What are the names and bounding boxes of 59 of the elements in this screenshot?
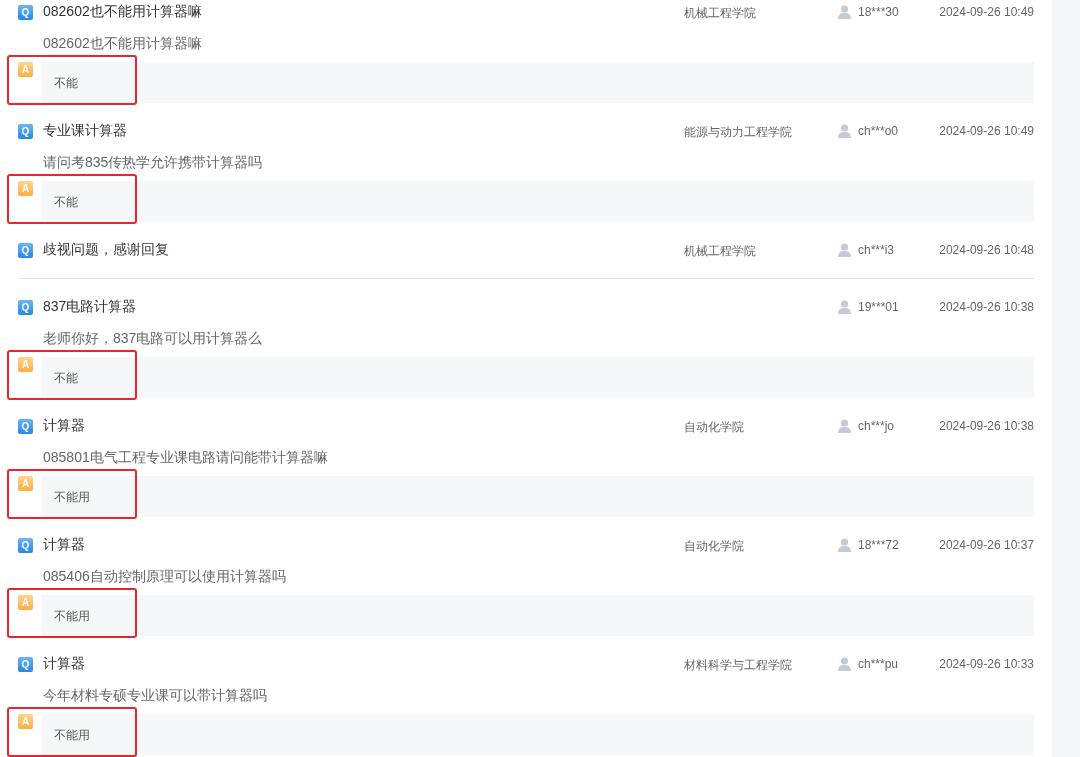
user-icon bbox=[838, 5, 851, 19]
username-label: 19***01 bbox=[858, 300, 899, 314]
answer-badge: A bbox=[18, 357, 33, 372]
answer-badge: A bbox=[18, 181, 33, 196]
username-label: 18***72 bbox=[858, 538, 899, 552]
department-label: 能源与动力工程学院 bbox=[684, 124, 792, 139]
department-label: 自动化学院 bbox=[684, 538, 744, 553]
answer-badge: A bbox=[18, 595, 33, 610]
user-icon bbox=[838, 538, 851, 552]
user-icon bbox=[838, 419, 851, 433]
question-badge: Q bbox=[18, 418, 33, 434]
user-icon bbox=[838, 300, 851, 314]
question-title[interactable]: 计算器 bbox=[43, 655, 85, 673]
username-label: ch***o0 bbox=[858, 124, 899, 138]
answer-text: 不能用 bbox=[54, 607, 90, 625]
department-label: 机械工程学院 bbox=[684, 5, 756, 20]
question-badge: Q bbox=[18, 123, 33, 139]
question-text: 085801电气工程专业课电路请问能带计算器嘛 bbox=[43, 448, 328, 467]
timestamp-label: 2024-09-26 10:33 bbox=[939, 657, 1034, 671]
answer-badge: A bbox=[18, 714, 33, 729]
answer-text: 不能 bbox=[54, 369, 78, 387]
answer-text: 不能 bbox=[54, 74, 78, 92]
question-text: 老师你好，837电路可以用计算器么 bbox=[43, 329, 263, 348]
user-icon bbox=[838, 124, 851, 138]
question-text: 085406自动控制原理可以使用计算器吗 bbox=[43, 567, 286, 586]
question-title[interactable]: 专业课计算器 bbox=[43, 122, 127, 140]
question-text: 请问考835传热学允许携带计算器吗 bbox=[43, 153, 263, 172]
timestamp-label: 2024-09-26 10:37 bbox=[939, 538, 1034, 552]
timestamp-label: 2024-09-26 10:49 bbox=[939, 5, 1034, 19]
answer-badge: A bbox=[18, 62, 33, 77]
user-icon bbox=[838, 657, 851, 671]
username-label: ch***i3 bbox=[858, 243, 895, 257]
question-badge: Q bbox=[18, 299, 33, 315]
question-badge: Q bbox=[18, 656, 33, 672]
question-text: 082602也不能用计算器嘛 bbox=[43, 34, 202, 53]
timestamp-label: 2024-09-26 10:48 bbox=[939, 243, 1034, 257]
question-title[interactable]: 082602也不能用计算器嘛 bbox=[43, 3, 202, 21]
department-label: 机械工程学院 bbox=[684, 243, 756, 258]
department-label: 材料科学与工程学院 bbox=[684, 657, 792, 672]
timestamp-label: 2024-09-26 10:38 bbox=[939, 300, 1034, 314]
answer-badge: A bbox=[18, 476, 33, 491]
question-badge: Q bbox=[18, 242, 33, 258]
timestamp-label: 2024-09-26 10:38 bbox=[939, 419, 1034, 433]
department-label: 自动化学院 bbox=[684, 419, 744, 434]
answer-text: 不能用 bbox=[54, 488, 90, 506]
username-label: 18***30 bbox=[858, 5, 899, 19]
user-icon bbox=[838, 243, 851, 257]
question-text: 今年材料专硕专业课可以带计算器吗 bbox=[43, 686, 267, 705]
question-title[interactable]: 837电路计算器 bbox=[43, 298, 137, 316]
timestamp-label: 2024-09-26 10:49 bbox=[939, 124, 1034, 138]
question-title[interactable]: 计算器 bbox=[43, 417, 85, 435]
question-badge: Q bbox=[18, 4, 33, 20]
username-label: ch***pu bbox=[858, 657, 899, 671]
question-title[interactable]: 歧视问题，感谢回复 bbox=[43, 241, 169, 259]
question-badge: Q bbox=[18, 537, 33, 553]
answer-text: 不能用 bbox=[54, 726, 90, 744]
question-title[interactable]: 计算器 bbox=[43, 536, 85, 554]
answer-text: 不能 bbox=[54, 193, 78, 211]
username-label: ch***jo bbox=[858, 419, 895, 433]
